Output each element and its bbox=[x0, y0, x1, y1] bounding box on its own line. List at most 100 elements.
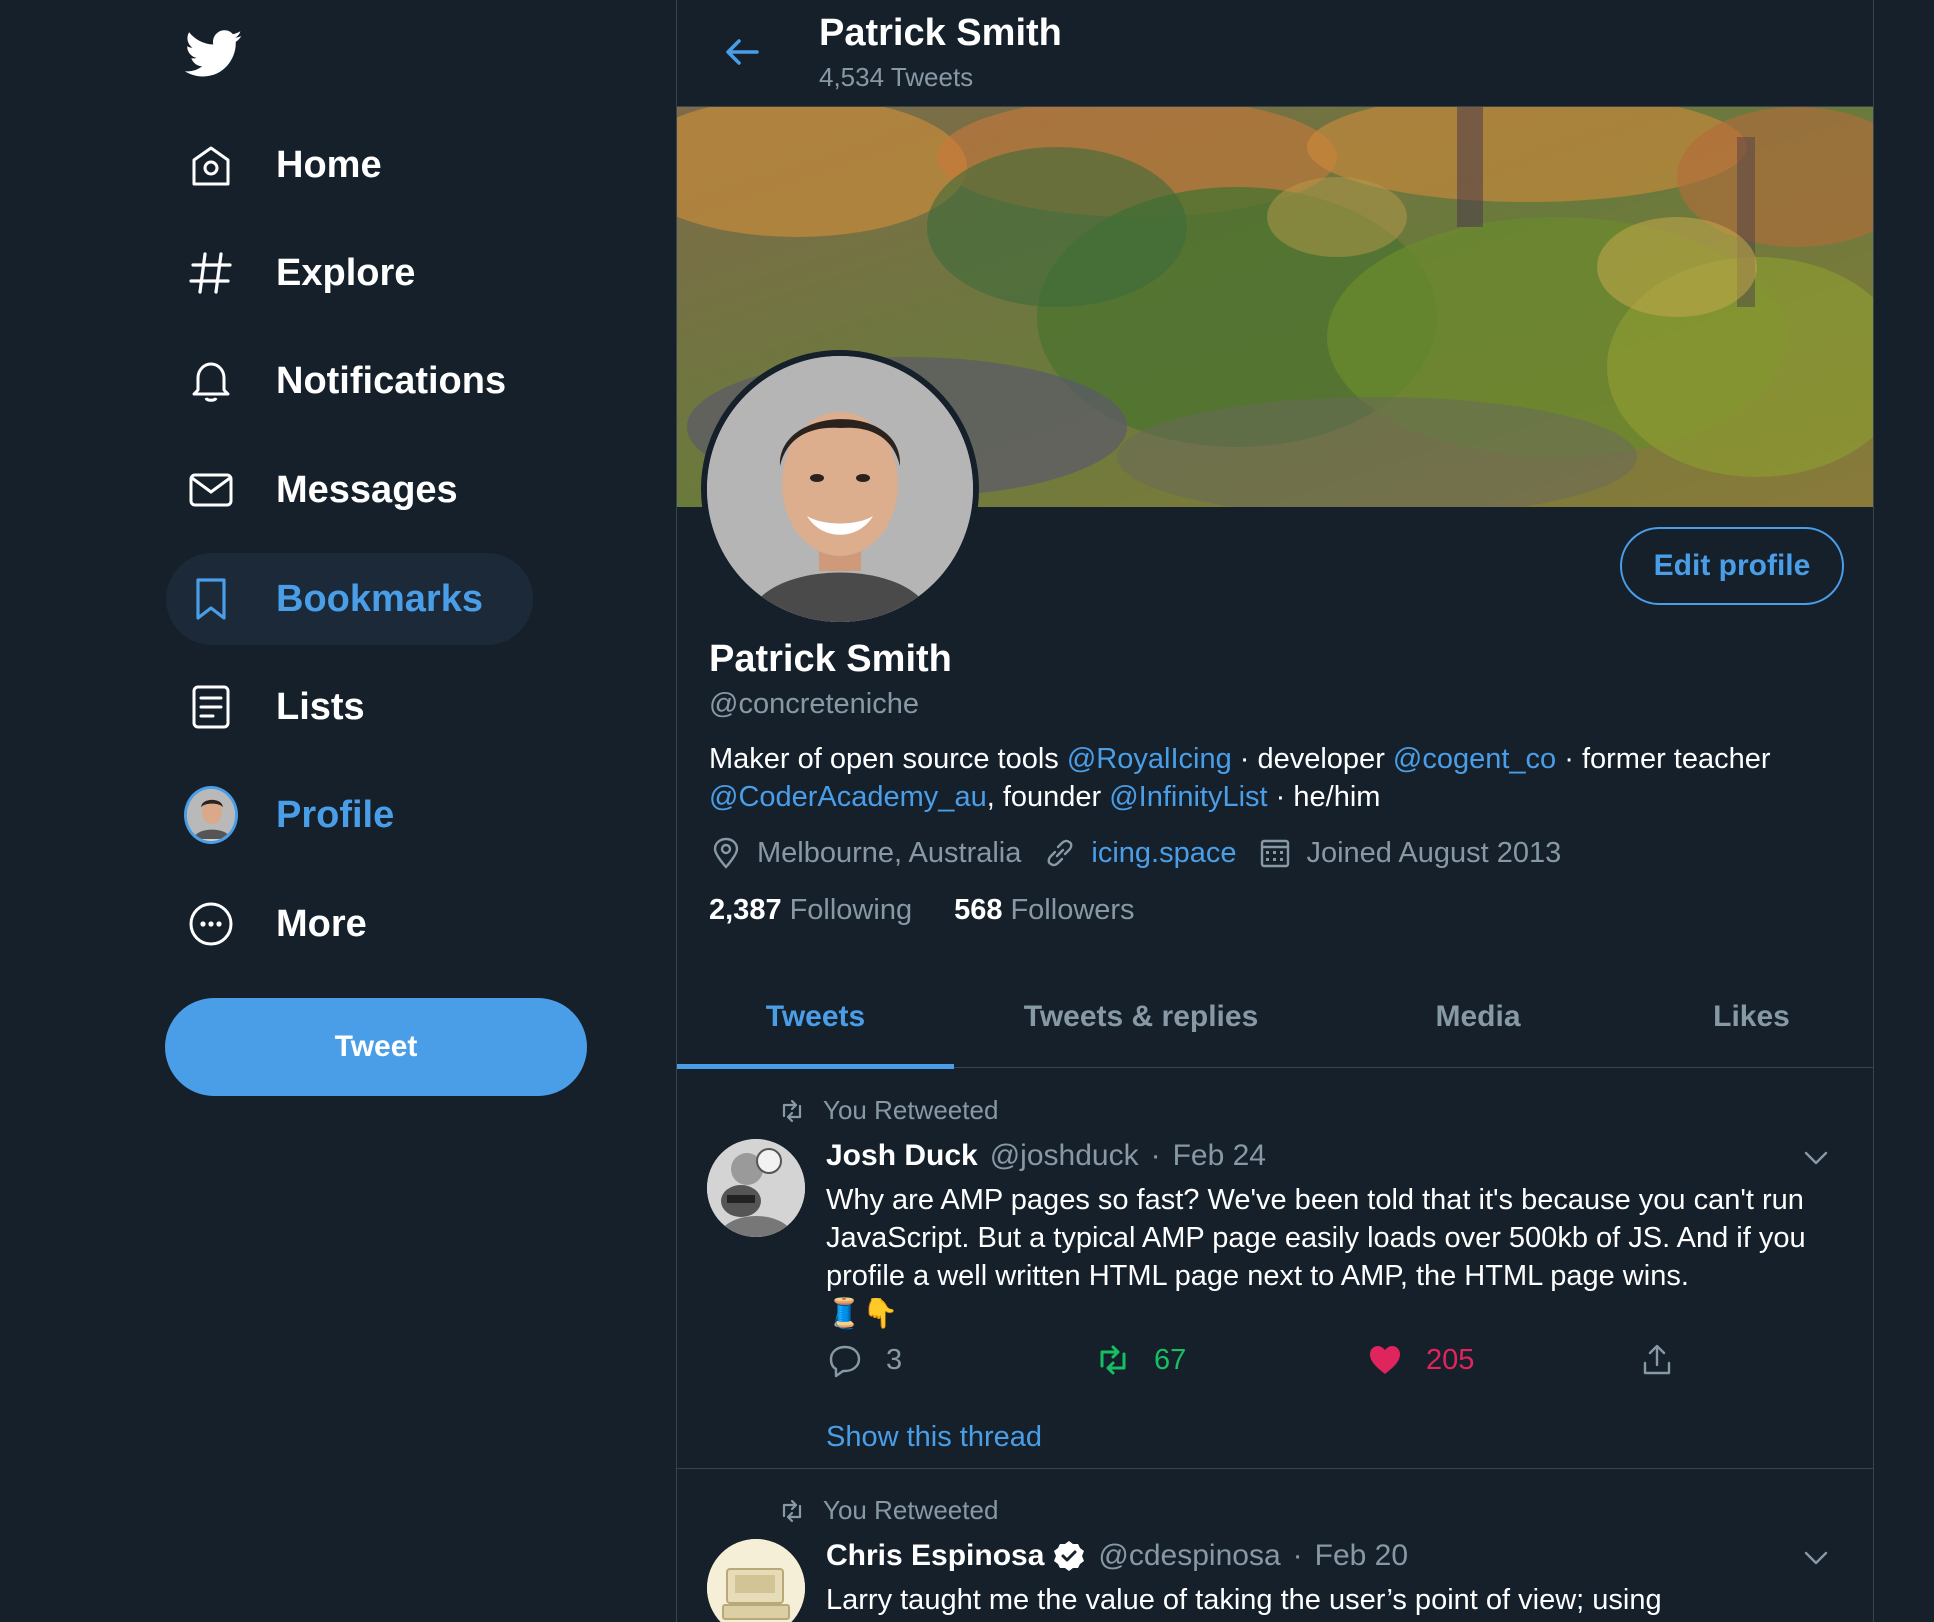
calendar-icon bbox=[1261, 839, 1290, 868]
tweet-author-name[interactable]: Josh Duck bbox=[826, 1139, 978, 1173]
tab-likes[interactable]: Likes bbox=[1628, 966, 1873, 1068]
hashtag-icon bbox=[184, 246, 238, 300]
sidebar-item-label: Profile bbox=[276, 793, 395, 836]
sidebar-item-explore[interactable]: Explore bbox=[166, 227, 465, 319]
tweet-author-handle[interactable]: @joshduck bbox=[990, 1139, 1139, 1173]
bio-mention-link[interactable]: @CoderAcademy_au bbox=[709, 781, 987, 813]
twitter-bird-icon[interactable] bbox=[183, 24, 245, 82]
sidebar-item-label: Explore bbox=[276, 251, 416, 294]
bio-mention-link[interactable]: @cogent_co bbox=[1393, 743, 1556, 775]
retweet-context: You Retweeted bbox=[777, 1095, 998, 1126]
profile-icon-wrap bbox=[184, 786, 238, 844]
profile-meta: Melbourne, Australia icing.space Joined … bbox=[709, 836, 1583, 870]
retweet-icon bbox=[782, 1499, 802, 1522]
home-icon bbox=[184, 138, 238, 192]
sidebar-item-label: Lists bbox=[276, 685, 365, 728]
bio-mention-link[interactable]: @InfinityList bbox=[1109, 781, 1267, 813]
avatar[interactable] bbox=[707, 1139, 805, 1237]
following-label: Following bbox=[789, 894, 913, 926]
profile-name: Patrick Smith bbox=[709, 638, 952, 680]
sidebar-item-lists[interactable]: Lists bbox=[166, 661, 415, 753]
sidebar-item-home[interactable]: Home bbox=[166, 119, 432, 211]
bell-icon bbox=[184, 354, 238, 408]
link-icon bbox=[1047, 839, 1073, 867]
followers-count: 568 bbox=[954, 894, 1003, 926]
retweet-context: You Retweeted bbox=[777, 1495, 998, 1526]
tweet[interactable]: You Retweeted Josh Duck @joshduck · Feb … bbox=[677, 1069, 1873, 1469]
show-thread-link[interactable]: Show this thread bbox=[826, 1421, 1042, 1454]
profile-avatar-large[interactable] bbox=[701, 350, 979, 628]
sidebar-item-label: More bbox=[276, 902, 367, 945]
tweet-body: Larry taught me the value of taking the … bbox=[826, 1584, 1662, 1616]
back-arrow-icon[interactable] bbox=[721, 30, 765, 74]
following-link[interactable]: 2,387 Following bbox=[709, 894, 912, 927]
reply-button[interactable]: 3 bbox=[826, 1341, 902, 1379]
tweet-author-name[interactable]: Chris Espinosa bbox=[826, 1539, 1044, 1573]
chevron-down-icon[interactable] bbox=[1799, 1141, 1833, 1175]
tab-tweets[interactable]: Tweets bbox=[677, 966, 954, 1069]
bio-text: Maker of open source tools bbox=[709, 743, 1067, 775]
followers-link[interactable]: 568 Followers bbox=[954, 894, 1134, 927]
sidebar-item-label: Bookmarks bbox=[276, 577, 483, 620]
tweet-emoji: 🧵👇 bbox=[826, 1298, 899, 1330]
share-icon bbox=[1643, 1344, 1671, 1375]
profile-tabs: Tweets Tweets & replies Media Likes bbox=[677, 966, 1873, 1069]
sidebar-item-more[interactable]: More bbox=[166, 878, 417, 970]
retweet-button[interactable]: 67 bbox=[1094, 1341, 1186, 1379]
envelope-icon bbox=[184, 463, 238, 517]
bio-text: · former teacher bbox=[1556, 743, 1771, 775]
tweet-header: Chris Espinosa @cdespinosa · Feb 20 bbox=[826, 1539, 1408, 1573]
tab-tweets-and-replies[interactable]: Tweets & replies bbox=[954, 966, 1328, 1068]
sidebar-item-label: Messages bbox=[276, 468, 458, 511]
tweet-button[interactable]: Tweet bbox=[165, 998, 587, 1096]
tweet-date[interactable]: Feb 24 bbox=[1173, 1139, 1266, 1173]
tweet[interactable]: You Retweeted Chris Espinosa @cdespinosa… bbox=[677, 1469, 1873, 1622]
sidebar-item-messages[interactable]: Messages bbox=[166, 444, 508, 536]
like-button[interactable]: 205 bbox=[1366, 1341, 1474, 1379]
tweet-text: Larry taught me the value of taking the … bbox=[826, 1581, 1836, 1619]
profile-website[interactable]: icing.space bbox=[1043, 836, 1236, 870]
heart-icon bbox=[1370, 1346, 1400, 1374]
website-link[interactable]: icing.space bbox=[1091, 837, 1236, 870]
retweet-icon bbox=[1100, 1345, 1126, 1375]
tweet-author-handle[interactable]: @cdespinosa bbox=[1098, 1539, 1280, 1573]
tweet-body: Why are AMP pages so fast? We've been to… bbox=[826, 1184, 1806, 1292]
tweet-count: 4,534 Tweets bbox=[819, 62, 974, 92]
profile-bio: Maker of open source tools @RoyalIcing ·… bbox=[709, 740, 1849, 816]
retweet-context-text: You Retweeted bbox=[823, 1095, 999, 1125]
profile-stats: 2,387 Following 568 Followers bbox=[709, 894, 1177, 927]
tweet-text: Why are AMP pages so fast? We've been to… bbox=[826, 1181, 1836, 1333]
sidebar-item-label: Home bbox=[276, 143, 382, 186]
reply-icon bbox=[829, 1345, 861, 1378]
sidebar-item-profile[interactable]: Profile bbox=[166, 769, 444, 861]
verified-badge-icon bbox=[1054, 1541, 1085, 1571]
joined-text: Joined August 2013 bbox=[1306, 836, 1562, 869]
sidebar-item-notifications[interactable]: Notifications bbox=[166, 335, 556, 427]
page-title: Patrick Smith bbox=[819, 12, 1062, 54]
more-circle-icon bbox=[184, 897, 238, 951]
edit-profile-button[interactable]: Edit profile bbox=[1620, 527, 1844, 605]
followers-label: Followers bbox=[1010, 894, 1135, 926]
following-count: 2,387 bbox=[709, 894, 782, 926]
tab-media[interactable]: Media bbox=[1328, 966, 1628, 1068]
bio-text: · he/him bbox=[1267, 781, 1381, 813]
chevron-down-icon[interactable] bbox=[1799, 1541, 1833, 1575]
tweet-header: Josh Duck @joshduck · Feb 24 bbox=[826, 1139, 1266, 1173]
retweet-count: 67 bbox=[1154, 1343, 1187, 1376]
retweet-icon bbox=[782, 1099, 802, 1122]
reply-count: 3 bbox=[886, 1343, 903, 1376]
profile-handle: @concreteniche bbox=[709, 688, 919, 720]
sidebar-item-bookmarks[interactable]: Bookmarks bbox=[166, 553, 533, 645]
tweet-date[interactable]: Feb 20 bbox=[1315, 1539, 1408, 1573]
list-icon bbox=[184, 680, 238, 734]
like-count: 205 bbox=[1426, 1343, 1475, 1376]
bookmark-icon bbox=[184, 572, 238, 626]
share-button[interactable] bbox=[1638, 1341, 1698, 1379]
profile-location: Melbourne, Australia bbox=[709, 836, 1021, 870]
avatar[interactable] bbox=[707, 1539, 805, 1622]
bio-mention-link[interactable]: @RoyalIcing bbox=[1067, 743, 1232, 775]
sidebar-item-label: Notifications bbox=[276, 359, 507, 402]
tweet-actions: 3 67 205 bbox=[826, 1341, 1726, 1385]
tweet-separator: · bbox=[1292, 1539, 1303, 1572]
bio-text: · developer bbox=[1231, 743, 1393, 775]
